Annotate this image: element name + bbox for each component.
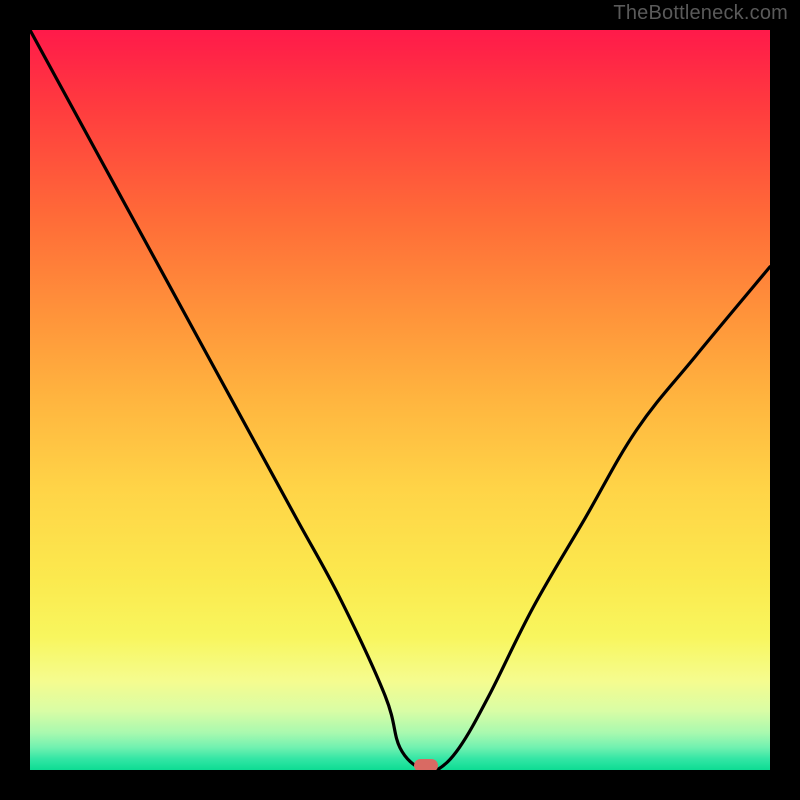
chart-frame: TheBottleneck.com xyxy=(0,0,800,800)
optimal-marker xyxy=(414,759,438,770)
plot-area xyxy=(30,30,770,770)
bottleneck-curve xyxy=(30,30,770,770)
watermark-text: TheBottleneck.com xyxy=(613,2,788,25)
